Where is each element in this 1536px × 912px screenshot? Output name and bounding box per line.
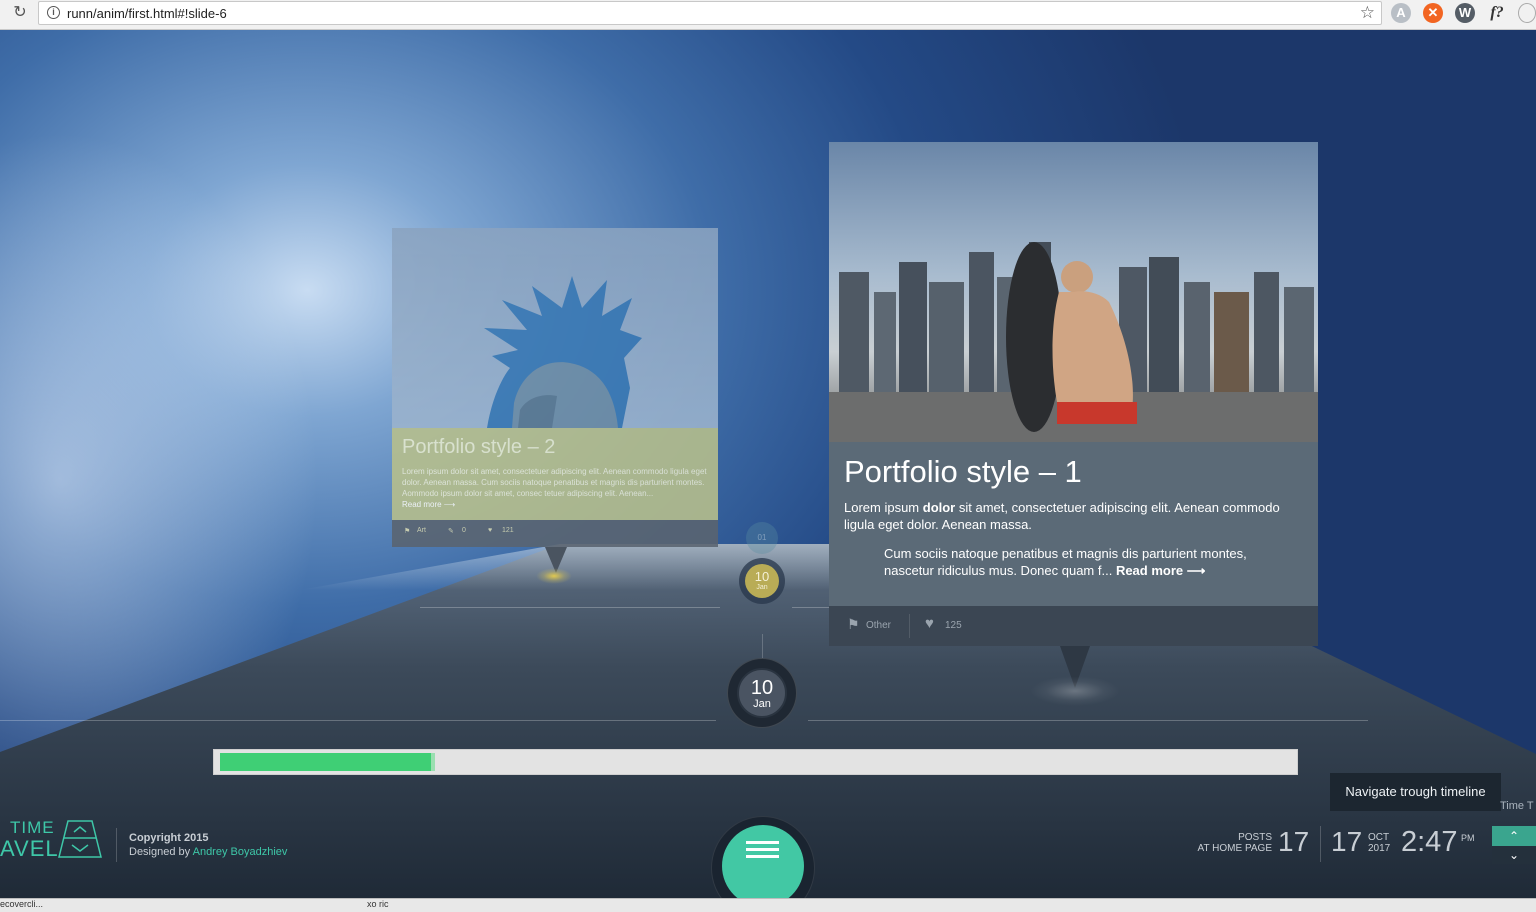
posts-label-line-2: AT HOME PAGE: [1197, 843, 1272, 854]
lead-text-1: Lorem ipsum: [844, 500, 923, 515]
navigate-tooltip: Navigate trough timeline: [1330, 773, 1501, 811]
browser-toolbar: ↻ i runn/anim/first.html#!slide-6 ☆ A ✕ …: [0, 0, 1536, 30]
meta-divider: [909, 614, 910, 638]
category-label[interactable]: Art: [417, 527, 426, 534]
read-more-link[interactable]: Read more ⟶: [1116, 563, 1205, 578]
logo-line-2: AVEL: [0, 836, 59, 861]
address-bar[interactable]: i runn/anim/first.html#!slide-6 ☆: [38, 1, 1382, 25]
timeline-progress-bar[interactable]: [213, 749, 1298, 775]
copyright-text: Copyright 2015: [129, 832, 209, 844]
date-marker-current[interactable]: 10 Jan: [727, 658, 797, 728]
card-meta-bar: ⚑ Other ♥ 125: [829, 606, 1318, 646]
lead-bold: dolor: [922, 500, 956, 515]
card-info-panel: Portfolio style – 2 Lorem ipsum dolor si…: [392, 428, 718, 520]
site-logo[interactable]: TIME AVEL: [0, 818, 110, 862]
date-marker-inner: 10 Jan: [745, 564, 779, 598]
timeline-pin-secondary[interactable]: [536, 568, 572, 584]
wordpress-icon[interactable]: W: [1455, 3, 1475, 23]
like-count[interactable]: 125: [945, 620, 962, 631]
logo-line-1: TIME: [10, 818, 55, 837]
current-ampm: PM: [1461, 833, 1475, 843]
reload-icon[interactable]: ↻: [10, 3, 30, 23]
taskbar-item[interactable]: ecovercli...: [0, 899, 43, 909]
hamburger-icon[interactable]: [722, 825, 804, 907]
f-question-icon[interactable]: f?: [1487, 3, 1507, 23]
info-icon[interactable]: i: [47, 6, 60, 19]
current-time: 2:47: [1401, 826, 1458, 858]
hamburger-bar: [746, 848, 779, 851]
card-info-panel: Portfolio style – 1 Lorem ipsum dolor si…: [829, 442, 1318, 606]
posts-label: POSTS AT HOME PAGE: [1190, 832, 1272, 854]
timeline-pin-main[interactable]: [1030, 676, 1120, 706]
date-month: Jan: [753, 698, 771, 710]
tag-icon: ⚑: [847, 616, 860, 632]
angular-icon[interactable]: A: [1391, 3, 1411, 23]
card-meta-bar: ⚑ Art ✎ 0 ♥ 121: [392, 520, 718, 547]
heart-icon: ♥: [925, 615, 934, 632]
card-quote: Cum sociis natoque penatibus et magnis d…: [884, 545, 1284, 579]
date-marker-inner: 10 Jan: [737, 668, 787, 718]
designer-credit: Designed by Andrey Boyadzhiev: [129, 846, 287, 858]
comment-count[interactable]: 0: [462, 527, 466, 534]
url-text[interactable]: runn/anim/first.html#!slide-6: [67, 6, 227, 21]
heart-icon: ♥: [488, 527, 493, 534]
footer-divider: [116, 828, 117, 862]
timeline-down-button[interactable]: ⌄: [1492, 846, 1536, 864]
card-photo-skater[interactable]: [829, 142, 1318, 442]
card-title[interactable]: Portfolio style – 1: [844, 454, 1082, 490]
card-excerpt: Lorem ipsum dolor sit amet, consectetuer…: [402, 466, 710, 510]
designed-by-label: Designed by: [129, 846, 193, 858]
tooltip-overflow-text: Time T: [1500, 800, 1534, 812]
posts-label-line-1: POSTS: [1238, 832, 1272, 843]
current-date-day: 17: [1331, 826, 1363, 857]
date-marker-faint[interactable]: 01: [746, 522, 778, 554]
category-label[interactable]: Other: [866, 620, 891, 631]
timeline-line-right: [808, 720, 1368, 721]
date-month: Jan: [756, 584, 768, 591]
taskbar-item[interactable]: xo ric: [367, 899, 389, 909]
card-title[interactable]: Portfolio style – 2: [402, 436, 555, 459]
progress-handle[interactable]: [431, 753, 435, 771]
card-lead: Lorem ipsum dolor sit amet, consectetuer…: [844, 499, 1306, 533]
read-more-link[interactable]: Read more ⟶: [402, 500, 455, 509]
timeline-line-left: [0, 720, 716, 721]
portfolio-card-main[interactable]: Portfolio style – 1 Lorem ipsum dolor si…: [829, 142, 1318, 646]
city-illustration: [829, 242, 1318, 442]
date-marker-previous[interactable]: 10 Jan: [739, 558, 785, 604]
footer-divider: [1320, 826, 1321, 862]
tag-icon: ⚑: [404, 528, 411, 535]
current-date-month-year: OCT 2017: [1368, 832, 1390, 854]
hamburger-bar: [746, 841, 779, 844]
card-photo-blue-hair[interactable]: [392, 228, 718, 428]
timeline-up-button[interactable]: ⌃: [1492, 826, 1536, 846]
card-excerpt-text: Lorem ipsum dolor sit amet, consectetuer…: [402, 467, 707, 498]
orange-extension-icon[interactable]: ✕: [1423, 3, 1443, 23]
like-count[interactable]: 121: [502, 527, 514, 534]
taskbar-strip: ecovercli... xo ric: [0, 898, 1536, 912]
portrait-illustration: [484, 276, 642, 428]
cutoff-extension-icon[interactable]: [1518, 3, 1536, 23]
chevron-up-icon: ⌃: [1508, 829, 1520, 843]
current-month: OCT: [1368, 832, 1390, 843]
progress-fill: [220, 753, 435, 771]
author-link[interactable]: Andrey Boyadzhiev: [193, 846, 288, 858]
bookmark-star-icon[interactable]: ☆: [1360, 3, 1375, 23]
current-year: 2017: [1368, 843, 1391, 854]
comment-icon: ✎: [448, 528, 454, 535]
chevron-down-icon: ⌄: [1508, 848, 1520, 862]
date-day: 10: [754, 569, 770, 584]
portfolio-card-secondary[interactable]: Portfolio style – 2 Lorem ipsum dolor si…: [392, 228, 718, 547]
posts-count: 17: [1278, 826, 1310, 857]
date-day: 10: [750, 677, 774, 699]
timeline-line-far-left: [420, 607, 720, 608]
timeline-line-far-right: [792, 607, 832, 608]
logo-mark-icon: [58, 820, 102, 858]
hamburger-bar: [746, 855, 779, 858]
